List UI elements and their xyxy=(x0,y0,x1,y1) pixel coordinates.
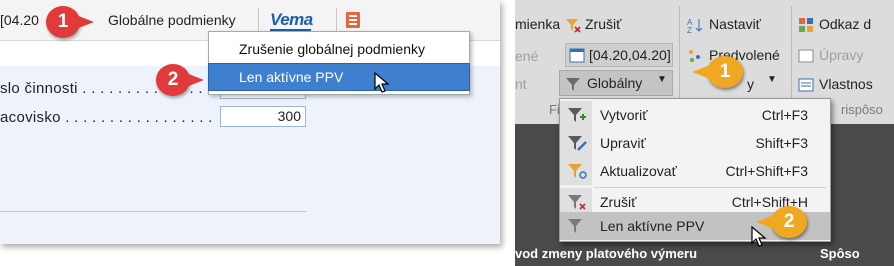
step-badge-1: 1 xyxy=(692,56,743,88)
date-range-text: [04.20,04.20] xyxy=(589,47,671,63)
filter-icon xyxy=(565,76,580,91)
vema-logo: Vema xyxy=(270,10,313,31)
menu-item-refresh[interactable]: Aktualizovať Ctrl+Shift+F3 xyxy=(560,157,830,185)
menu-item-shortcut: Ctrl+Shift+F3 xyxy=(725,163,808,179)
filter-clear-icon xyxy=(565,17,581,33)
step-badge-1: 1 xyxy=(46,6,94,38)
menu-item-label: Aktualizovať xyxy=(600,163,677,179)
date-range-text: [04.20 xyxy=(0,12,39,28)
workplace-field[interactable]: 300 xyxy=(220,106,306,127)
divider xyxy=(0,211,307,212)
menu-item-label: Upraviť xyxy=(600,135,646,151)
global-conditions-button[interactable]: Globálne podmienky xyxy=(108,12,236,28)
toolbar-separator xyxy=(258,8,259,32)
ribbon-item-dim: nt xyxy=(515,76,527,92)
properties-icon xyxy=(798,77,814,92)
filter-edit-icon xyxy=(560,129,592,157)
set-button[interactable]: Nastaviť xyxy=(709,16,761,32)
link-button[interactable]: Odkaz d xyxy=(819,16,871,32)
column-header: vod zmeny platového výmeru xyxy=(515,246,698,261)
global-filter-label: Globálny xyxy=(587,75,643,91)
edits-icon xyxy=(798,48,814,63)
field-label: acovisko . . . . . . . . . . . . . . . .… xyxy=(0,109,213,126)
chevron-down-icon: ▼ xyxy=(657,74,667,85)
column-header: Spôso xyxy=(820,246,860,261)
ribbon-item-condition[interactable]: mienka xyxy=(515,16,560,32)
step-badge-2: 2 xyxy=(156,64,204,96)
ribbon-item-dim: ené xyxy=(515,48,539,64)
cancel-filter-button[interactable]: Zrušiť xyxy=(585,16,621,32)
link-icon xyxy=(798,17,813,32)
menu-item-label: Vytvoriť xyxy=(600,107,648,123)
properties-button[interactable]: Vlastnos xyxy=(819,76,873,92)
ribbon-group-label: rispôso xyxy=(841,102,883,117)
filter-refresh-icon xyxy=(560,157,592,185)
menu-item-shortcut: Ctrl+F3 xyxy=(761,107,808,123)
filter-plus-icon xyxy=(560,101,592,129)
toolbar-separator xyxy=(336,8,337,32)
sort-icon: AZ xyxy=(687,17,703,35)
menu-item-label: Len aktívne PPV xyxy=(600,218,705,234)
svg-text:Z: Z xyxy=(687,26,692,33)
ribbon-item-partial[interactable]: y xyxy=(747,76,754,92)
left-screenshot-panel: [04.20 Globálne podmienky Vema slo činno… xyxy=(0,0,500,244)
chevron-down-icon: ▼ xyxy=(767,74,777,85)
menu-item-shortcut: Shift+F3 xyxy=(755,135,808,151)
menu-item-only-active-ppv[interactable]: Len aktívne PPV xyxy=(208,63,470,91)
filter-icon xyxy=(560,212,592,240)
report-icon[interactable] xyxy=(346,12,360,28)
calendar-icon xyxy=(569,47,585,63)
right-screenshot-panel: mienka ené nt Zrušiť [04.20,04.20] Globá… xyxy=(515,0,894,266)
global-conditions-menu: Zrušenie globálnej podmienky Len aktívne… xyxy=(208,31,470,95)
menu-item-cancel-global-condition[interactable]: Zrušenie globálnej podmienky xyxy=(209,36,469,62)
edits-button: Úpravy xyxy=(819,47,864,63)
step-badge-2: 2 xyxy=(756,206,807,238)
defaults-icon xyxy=(687,48,702,63)
menu-item-edit[interactable]: Upraviť Shift+F3 xyxy=(560,129,830,157)
menu-item-create[interactable]: Vytvoriť Ctrl+F3 xyxy=(560,101,830,129)
